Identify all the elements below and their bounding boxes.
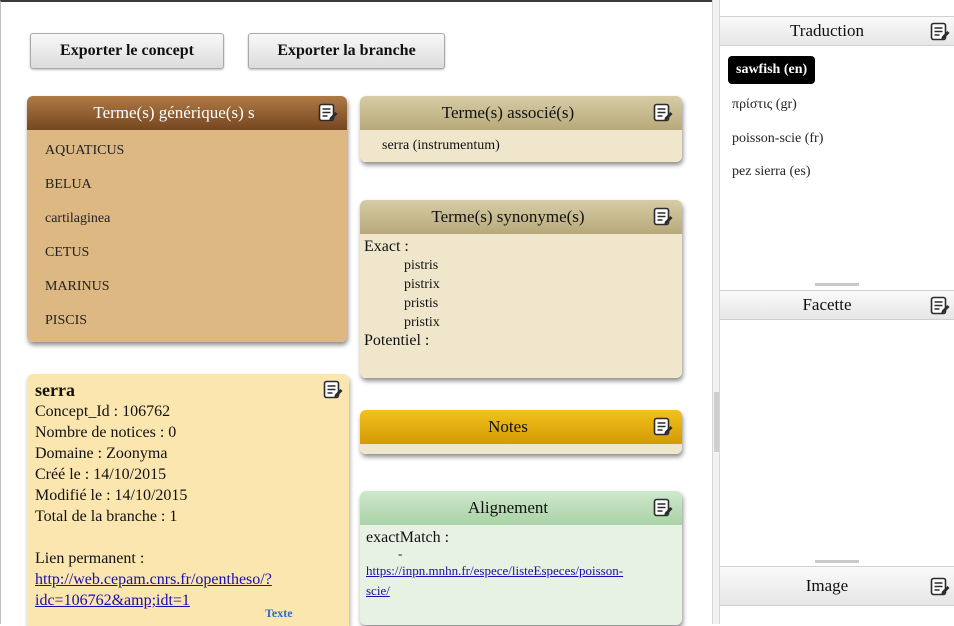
concept-modified: Modifié le : 14/10/2015 bbox=[35, 487, 188, 504]
associated-terms-panel: Terme(s) associé(s) serra (instrumentum) bbox=[360, 96, 682, 162]
notes-header: Notes bbox=[360, 410, 682, 444]
associated-terms-header: Terme(s) associé(s) bbox=[360, 96, 682, 130]
translation-item[interactable]: pez sierra (es) bbox=[732, 164, 811, 180]
synonyms-body: Exact : pistris pistrix pristis pristix … bbox=[360, 234, 682, 378]
generic-term-item[interactable]: MARINUS bbox=[45, 270, 347, 304]
generic-term-item[interactable]: AQUATICUS bbox=[45, 134, 347, 168]
facet-title: Facette bbox=[802, 295, 852, 314]
edit-note-icon[interactable] bbox=[653, 417, 673, 437]
edit-note-icon[interactable] bbox=[323, 380, 343, 400]
text-link[interactable]: Texte bbox=[265, 603, 293, 624]
export-branch-button[interactable]: Exporter la branche bbox=[248, 33, 445, 69]
image-header: Image bbox=[720, 566, 954, 606]
alignment-panel: Alignement exactMatch : - https://inpn.m… bbox=[360, 491, 682, 625]
edit-note-icon[interactable] bbox=[653, 207, 673, 227]
main-panel: Exporter le concept Exporter la branche … bbox=[0, 0, 712, 626]
synonyms-title: Terme(s) synonyme(s) bbox=[431, 207, 585, 226]
generic-terms-header: Terme(s) générique(s) s bbox=[27, 96, 347, 130]
translation-title: Traduction bbox=[790, 21, 864, 40]
splitter-handle[interactable] bbox=[714, 392, 719, 452]
generic-term-item[interactable]: BELUA bbox=[45, 168, 347, 202]
permalink-label: Lien permanent : bbox=[35, 550, 145, 567]
concept-info-panel: serra Concept_Id : 106762 Nombre de noti… bbox=[27, 374, 349, 626]
edit-note-icon[interactable] bbox=[930, 296, 950, 316]
edit-note-icon[interactable] bbox=[930, 577, 950, 597]
concept-created: Créé le : 14/10/2015 bbox=[35, 466, 167, 483]
generic-terms-panel: Terme(s) générique(s) s AQUATICUS BELUA … bbox=[27, 96, 347, 342]
concept-id: Concept_Id : 106762 bbox=[35, 403, 171, 420]
alignment-link-line2: scie/ bbox=[366, 583, 390, 598]
resize-grip[interactable] bbox=[815, 560, 859, 563]
resize-grip[interactable] bbox=[815, 283, 859, 286]
synonym-item[interactable]: pistrix bbox=[404, 275, 682, 294]
edit-note-icon[interactable] bbox=[930, 22, 950, 42]
permalink-line1: http://web.cepam.cnrs.fr/opentheso/? bbox=[35, 571, 272, 588]
synonym-item[interactable]: pristix bbox=[404, 313, 682, 332]
associated-terms-title: Terme(s) associé(s) bbox=[441, 103, 575, 122]
generic-term-item[interactable]: cartilaginea bbox=[45, 202, 347, 236]
alignment-header: Alignement bbox=[360, 491, 682, 525]
alignment-link-line1: https://inpn.mnhn.fr/espece/listeEspeces… bbox=[366, 563, 624, 578]
translation-item[interactable]: poisson-scie (fr) bbox=[732, 131, 823, 147]
concept-name: serra bbox=[35, 380, 75, 400]
notes-title: Notes bbox=[488, 417, 528, 436]
export-concept-button[interactable]: Exporter le concept bbox=[30, 33, 224, 69]
concept-domain: Domaine : Zoonyma bbox=[35, 445, 168, 462]
edit-note-icon[interactable] bbox=[653, 498, 673, 518]
synonym-item[interactable]: pristis bbox=[404, 294, 682, 313]
edit-note-icon[interactable] bbox=[653, 103, 673, 123]
exact-match-label: exactMatch : bbox=[366, 529, 450, 546]
notes-body bbox=[360, 444, 682, 454]
facet-header: Facette bbox=[720, 290, 954, 320]
alignment-link[interactable]: https://inpn.mnhn.fr/espece/listeEspeces… bbox=[366, 563, 623, 598]
notes-panel: Notes bbox=[360, 410, 682, 454]
synonyms-panel: Terme(s) synonyme(s) Exact : pistris pis… bbox=[360, 200, 682, 378]
translation-item[interactable]: πρίστις (gr) bbox=[732, 97, 797, 113]
exact-label: Exact : bbox=[364, 238, 409, 255]
synonyms-header: Terme(s) synonyme(s) bbox=[360, 200, 682, 234]
generic-terms-title: Terme(s) générique(s) s bbox=[93, 103, 255, 122]
alignment-body: exactMatch : - https://inpn.mnhn.fr/espe… bbox=[360, 525, 682, 625]
pane-splitter[interactable] bbox=[712, 0, 720, 624]
concept-notices: Nombre de notices : 0 bbox=[35, 424, 177, 441]
concept-branch-total: Total de la branche : 1 bbox=[35, 508, 178, 525]
permalink-link[interactable]: http://web.cepam.cnrs.fr/opentheso/? idc… bbox=[35, 569, 272, 611]
edit-note-icon[interactable] bbox=[318, 103, 338, 123]
alignment-title: Alignement bbox=[467, 498, 549, 517]
associated-terms-list: serra (instrumentum) bbox=[360, 130, 682, 162]
sidebar: Traduction sawfish (en) πρίστις (gr) poi… bbox=[720, 0, 954, 624]
image-title: Image bbox=[805, 576, 849, 595]
generic-term-item[interactable]: CETUS bbox=[45, 236, 347, 270]
translation-header: Traduction bbox=[720, 16, 954, 46]
alignment-dash: - bbox=[398, 546, 403, 561]
permalink-line2: idc=106762&amp;idt=1 bbox=[35, 592, 190, 609]
potential-label: Potentiel : bbox=[364, 332, 430, 349]
associated-term-item[interactable]: serra (instrumentum) bbox=[382, 138, 682, 154]
translation-item-selected[interactable]: sawfish (en) bbox=[728, 56, 816, 84]
synonym-item[interactable]: pistris bbox=[404, 256, 682, 275]
generic-terms-list: AQUATICUS BELUA cartilaginea CETUS MARIN… bbox=[27, 130, 347, 342]
generic-term-item[interactable]: PISCIS bbox=[45, 304, 347, 338]
